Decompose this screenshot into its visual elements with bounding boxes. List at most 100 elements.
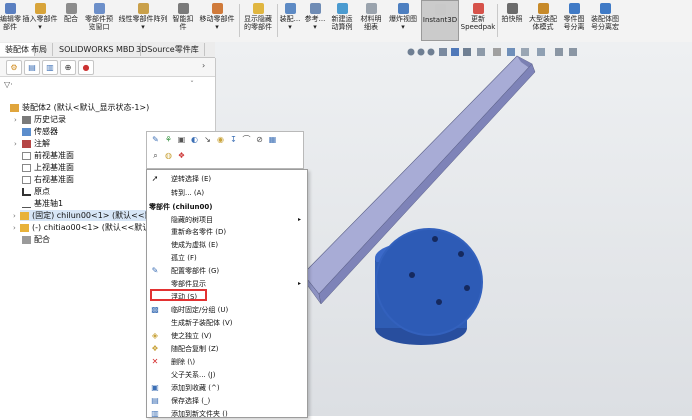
snapshot-icon (506, 3, 518, 14)
edit-part-icon[interactable]: ✎ (150, 134, 161, 146)
tree-item-annotations[interactable]: 注解 (22, 138, 50, 149)
show-hidden-button[interactable]: 显示隐藏 的零部件 (240, 0, 276, 41)
configuration-tab-icon[interactable]: ▥ (42, 60, 58, 75)
color-palette-icon[interactable]: ❖ (176, 150, 187, 162)
component-properties-icon[interactable]: ▣ (176, 134, 187, 146)
tree-item-front-plane[interactable]: 前视基准面 (22, 150, 74, 161)
property-manager-tab-icon[interactable]: ▤ (24, 60, 40, 75)
rebuild-icon[interactable]: ↧ (228, 134, 239, 146)
menu-item-make-virtual[interactable]: 使成为虚拟 (E) (147, 239, 307, 251)
history-icon (22, 115, 31, 124)
sensor-icon (22, 127, 31, 136)
menu-item-parent-child[interactable]: 父子关系... (J) (147, 369, 307, 381)
tree-item-mates[interactable]: 配合 (22, 234, 50, 245)
filter-icon[interactable]: ▽· (4, 80, 13, 89)
update-speedpak-button[interactable]: 更新 Speedpak (460, 0, 496, 41)
menu-item-configure-component[interactable]: ✎ 配置零部件 (G) (147, 265, 307, 277)
plane-icon (22, 175, 31, 184)
tab-3dsource[interactable]: 3DSource零件库 (131, 43, 205, 56)
tree-item-chilun00[interactable]: (固定) chilun00<1> (默认<<默 (20, 210, 153, 221)
cursor-icon: ➚ (151, 174, 159, 183)
insert-component-icon (34, 3, 46, 14)
tab-mbd[interactable]: SOLIDWORKS MBD (54, 43, 141, 56)
gear-model[interactable] (375, 228, 483, 345)
large-assembly-button[interactable]: 大型装配 体模式 (526, 0, 560, 41)
tree-item-axis1[interactable]: 基准轴1 (22, 198, 63, 209)
assembly-macro-button[interactable]: 装配体图 号分离宏 (588, 0, 622, 41)
zoom-selection-icon[interactable]: ⊘ (254, 134, 265, 146)
open-part-icon[interactable]: ◐ (189, 134, 200, 146)
sketch-icon[interactable]: ↘ (202, 134, 213, 146)
highlight-box (150, 289, 207, 301)
isolate-icon[interactable]: ▦ (267, 134, 278, 146)
mate-button[interactable]: 配合 (60, 0, 82, 41)
display-manager-tab-icon[interactable]: ● (78, 60, 94, 75)
edit-component-icon (4, 3, 16, 14)
exploded-view-button[interactable]: 爆炸视图 ▾ (386, 0, 420, 41)
expand-arrow-icon[interactable]: › (14, 116, 17, 124)
smart-dimension-icon[interactable]: ⌒ (241, 134, 252, 146)
tree-root-assembly[interactable]: 装配体2 (默认<默认_显示状态-1>) (10, 102, 149, 113)
tab-layout[interactable]: 布局 (26, 43, 53, 56)
menu-item-hidden-tree-items[interactable]: 隐藏的树项目 ▸ (147, 214, 307, 226)
bom-button[interactable]: 材料明 细表 (356, 0, 386, 41)
mate-icon[interactable]: ⚘ (163, 134, 174, 146)
part-number-separate-button[interactable]: 零件图 号分离 (560, 0, 588, 41)
new-motion-study-button[interactable]: 新建运 动算例 (328, 0, 356, 41)
menu-item-save-selection[interactable]: ▤ 保存选择 (_) (147, 395, 307, 407)
tree-item-chitiao00[interactable]: (-) chitiao00<1> (默认<<默认 (20, 222, 150, 233)
new-folder-icon: ▥ (151, 409, 159, 418)
hide-show-icon[interactable]: ◉ (215, 134, 226, 146)
insert-component-button[interactable]: 插入零部件 ▾ (20, 0, 60, 41)
menu-item-isolate[interactable]: 孤立 (F) (147, 252, 307, 264)
feature-tree-tab-icon[interactable]: ⚙ (6, 60, 22, 75)
expand-arrow-icon[interactable]: › (13, 224, 16, 232)
bom-icon (365, 3, 377, 14)
menu-item-goto[interactable]: 转到... (A) (147, 187, 307, 199)
menu-item-make-independent[interactable]: ◈ 使之独立 (V) (147, 330, 307, 342)
submenu-arrow-icon: ▸ (297, 216, 301, 223)
exploded-view-icon (397, 3, 409, 14)
preview-window-button[interactable]: 零部件预 览窗口 (82, 0, 116, 41)
expand-arrow-icon[interactable]: › (14, 140, 17, 148)
linear-pattern-button[interactable]: 线性零部件阵列 ▾ (116, 0, 170, 41)
snapshot-button[interactable]: 拍快照 (498, 0, 526, 41)
assembly-features-button[interactable]: 装配... ▾ (278, 0, 302, 41)
smart-fastener-button[interactable]: 智能扣 件 (170, 0, 196, 41)
assembly-icon (10, 103, 19, 112)
menu-item-add-new-folder[interactable]: ▥ 添加到新文件夹 () (147, 408, 307, 420)
annotation-icon (22, 139, 31, 148)
panel-expand-icon[interactable]: › (202, 61, 205, 70)
menu-item-new-subassembly[interactable]: 生成新子装配体 (V) (147, 317, 307, 329)
new-motion-study-icon (336, 3, 348, 14)
reference-geometry-button[interactable]: 参考... ▾ (302, 0, 328, 41)
menu-item-add-favorite[interactable]: ▣ 添加到收藏 (^) (147, 382, 307, 394)
menu-item-copy-with-mates[interactable]: ❖ 随配合复制 (Z) (147, 343, 307, 355)
configure-icon: ✎ (151, 266, 159, 275)
menu-item-temp-fix-group[interactable]: ▩ 临时固定/分组 (U) (147, 304, 307, 316)
delete-icon: ✕ (151, 357, 159, 366)
independent-icon: ◈ (151, 331, 159, 340)
menu-item-delete[interactable]: ✕ 删除 (\) (147, 356, 307, 368)
collapse-chevron-icon[interactable]: ˇ (190, 80, 194, 89)
expand-arrow-icon[interactable]: › (13, 212, 16, 220)
part-icon (20, 223, 29, 232)
tree-item-history[interactable]: 历史记录 (22, 114, 66, 125)
tree-item-sensors[interactable]: 传感器 (22, 126, 58, 137)
tree-item-top-plane[interactable]: 上视基准面 (22, 162, 74, 173)
instant3d-button[interactable]: Instant3D (421, 0, 459, 41)
edit-component-button[interactable]: 编辑零 部件 (0, 0, 21, 41)
appearance-icon[interactable]: ◍ (163, 150, 174, 162)
dimxpert-tab-icon[interactable]: ⊕ (60, 60, 76, 75)
zoom-icon[interactable]: ⌕ (150, 150, 161, 162)
menu-item-invert-selection[interactable]: ➚ 逆转选择 (E) (147, 173, 307, 185)
menu-item-rename-part[interactable]: 重新命名零件 (D) (147, 226, 307, 238)
move-component-button[interactable]: 移动零部件 ▾ (196, 0, 238, 41)
tree-item-origin[interactable]: 原点 (22, 186, 50, 197)
fix-group-icon: ▩ (151, 305, 159, 314)
reference-geometry-icon (309, 3, 321, 14)
tree-item-right-plane[interactable]: 右视基准面 (22, 174, 74, 185)
axis-icon (22, 200, 31, 208)
mate-icon (65, 3, 77, 14)
submenu-arrow-icon: ▸ (297, 280, 301, 287)
